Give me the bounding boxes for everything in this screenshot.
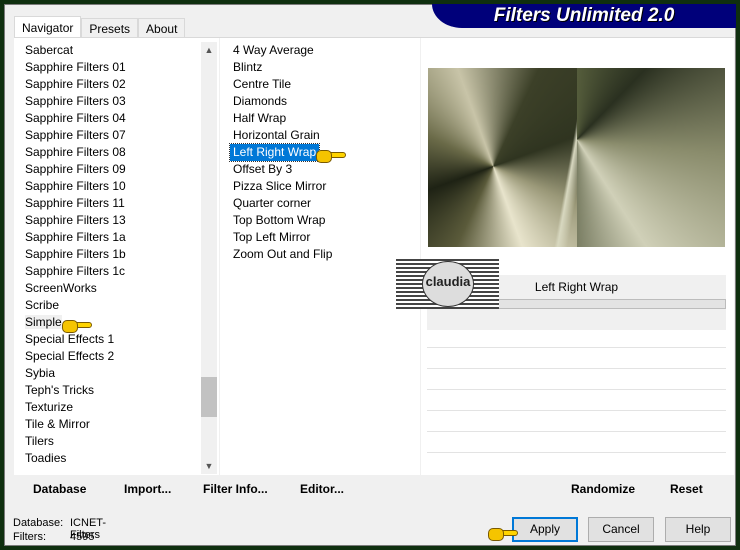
database-status: Database: ICNET-Filters — [13, 517, 107, 541]
divider — [219, 38, 220, 476]
filter-preview-image — [428, 68, 725, 247]
category-item[interactable]: Sapphire Filters 07 — [18, 127, 217, 144]
filter-item[interactable]: Diamonds — [226, 93, 421, 110]
category-item[interactable]: Sapphire Filters 03 — [18, 93, 217, 110]
database-button[interactable]: Database — [33, 482, 86, 496]
category-item[interactable]: Tile & Mirror — [18, 416, 217, 433]
reset-button[interactable]: Reset — [670, 482, 703, 496]
tab-navigator[interactable]: Navigator — [14, 16, 82, 38]
category-item[interactable]: Special Effects 1 — [18, 331, 217, 348]
cancel-button[interactable]: Cancel — [588, 517, 654, 542]
category-item[interactable]: Sapphire Filters 1a — [18, 229, 217, 246]
pointing-hand-icon — [62, 318, 92, 334]
filter-item[interactable]: Top Bottom Wrap — [226, 212, 421, 229]
editor-button[interactable]: Editor... — [300, 482, 344, 496]
category-item[interactable]: Teph's Tricks — [18, 382, 217, 399]
pointing-hand-icon — [316, 148, 346, 164]
category-item[interactable]: Sapphire Filters 09 — [18, 161, 217, 178]
import-button[interactable]: Import... — [124, 482, 171, 496]
category-item[interactable]: Sapphire Filters 02 — [18, 76, 217, 93]
watermark-logo: claudia — [396, 259, 499, 309]
filter-item[interactable]: 4 Way Average — [226, 42, 421, 59]
category-item[interactable]: Sapphire Filters 11 — [18, 195, 217, 212]
app-title-banner: Filters Unlimited 2.0 — [432, 4, 736, 28]
category-item[interactable]: Scribe — [18, 297, 217, 314]
divider — [420, 38, 421, 476]
parameter-button-bar: Randomize Reset — [427, 476, 726, 504]
category-item[interactable]: Sabercat — [18, 42, 217, 59]
scroll-down-icon[interactable]: ▼ — [201, 458, 217, 474]
category-scrollbar[interactable]: ▲ ▼ — [201, 42, 217, 474]
category-item[interactable]: Sapphire Filters 01 — [18, 59, 217, 76]
randomize-button[interactable]: Randomize — [571, 482, 635, 496]
filter-item[interactable]: Top Left Mirror — [226, 229, 421, 246]
tab-about[interactable]: About — [138, 18, 186, 38]
filter-item[interactable]: Pizza Slice Mirror — [226, 178, 421, 195]
tab-presets[interactable]: Presets — [81, 18, 139, 38]
filter-info-button[interactable]: Filter Info... — [203, 482, 268, 496]
category-item[interactable]: Texturize — [18, 399, 217, 416]
apply-button[interactable]: Apply — [512, 517, 578, 542]
category-item[interactable]: Sapphire Filters 13 — [18, 212, 217, 229]
category-item[interactable]: Sapphire Filters 08 — [18, 144, 217, 161]
category-item[interactable]: Sybia — [18, 365, 217, 382]
filter-item[interactable]: Horizontal Grain — [226, 127, 421, 144]
category-item[interactable]: ScreenWorks — [18, 280, 217, 297]
filter-item[interactable]: Half Wrap — [226, 110, 421, 127]
category-item[interactable]: Sapphire Filters 04 — [18, 110, 217, 127]
navigator-button-bar: Database Import... Filter Info... Editor… — [18, 476, 421, 504]
category-item[interactable]: Sapphire Filters 1b — [18, 246, 217, 263]
filter-item[interactable]: Zoom Out and Flip — [226, 246, 421, 263]
category-item[interactable]: Sapphire Filters 1c — [18, 263, 217, 280]
scroll-thumb[interactable] — [201, 377, 217, 417]
category-item[interactable]: Sapphire Filters 10 — [18, 178, 217, 195]
filter-item[interactable]: Blintz — [226, 59, 421, 76]
filter-item[interactable]: Centre Tile — [226, 76, 421, 93]
category-item[interactable]: Special Effects 2 — [18, 348, 217, 365]
category-item[interactable]: Simple — [18, 314, 217, 331]
filters-count: Filters: 4595 — [13, 531, 95, 543]
scroll-up-icon[interactable]: ▲ — [201, 42, 217, 58]
category-item[interactable]: Toadies — [18, 450, 217, 467]
filter-list[interactable]: 4 Way Average Blintz Centre Tile Diamonds Ha… — [226, 42, 421, 474]
filter-item[interactable]: Quarter corner — [226, 195, 421, 212]
category-item[interactable]: Tilers — [18, 433, 217, 450]
help-button[interactable]: Help — [665, 517, 731, 542]
tab-bar: Navigator Presets About — [14, 16, 186, 38]
pointing-hand-icon — [488, 526, 518, 542]
category-list[interactable]: ▲ ▼ Sabercat Sapphire Filters 01 Sapphire … — [18, 42, 217, 474]
